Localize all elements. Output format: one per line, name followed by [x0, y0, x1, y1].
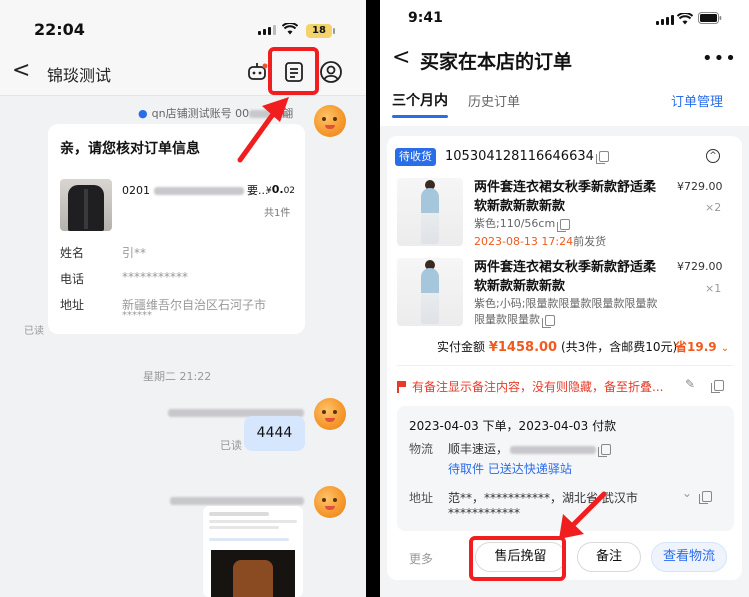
message-bubble[interactable]: 4444	[244, 416, 305, 451]
address-label: 地址	[409, 491, 434, 505]
product-qty: 共1件	[264, 208, 291, 219]
battery-icon	[698, 12, 722, 24]
remark-button[interactable]: 备注	[577, 542, 641, 572]
avatar[interactable]	[314, 398, 346, 430]
order-manage-link[interactable]: 订单管理	[671, 91, 723, 110]
order-confirm-card[interactable]: 亲，请您核对订单信息 0201 要... ¥0.02 共1件 姓名 引** 电话…	[48, 124, 305, 334]
bag-image	[211, 550, 295, 597]
status-time: 9:41	[408, 10, 443, 26]
sender-id: 00	[235, 107, 250, 120]
address-value: 范**，***********，湖北省 武汉市	[448, 491, 638, 505]
battery-icon: 18	[306, 24, 335, 38]
chat-title: 锦琰测试	[47, 66, 112, 85]
read-status: 已读	[220, 439, 242, 452]
product-id: 0201	[122, 184, 150, 197]
status-time: 22:04	[34, 20, 85, 39]
copy-icon[interactable]	[542, 314, 555, 328]
item-name[interactable]: 两件套连衣裙女秋季新款舒适柔软新款新款新款	[474, 258, 664, 296]
chevron-down-icon: ⌄	[720, 343, 730, 354]
highlight-box-after-sale-button	[469, 536, 566, 581]
item-name[interactable]: 两件套连衣裙女秋季新款舒适柔软新款新款新款	[474, 178, 664, 216]
user-icon: ●	[138, 107, 148, 120]
signal-icon	[656, 15, 674, 25]
more-menu-button[interactable]: •••	[702, 48, 737, 69]
paid-amount-row: 实付金额 ¥1458.00 (共3件，含邮费10元)	[437, 338, 677, 355]
product-image	[60, 179, 112, 231]
orders-header: 9:41 < 买家在本店的订单 ••• 三个月内 历史订单 订单管理	[380, 0, 749, 126]
sender-label: ● qn店铺测试账号 00 翩翩	[138, 105, 293, 121]
collapse-icon[interactable]: ^	[706, 149, 720, 163]
edit-icon[interactable]: ✎	[685, 377, 695, 391]
expand-icon[interactable]: ⌄	[682, 486, 692, 500]
highlight-box-order-icon	[268, 47, 319, 95]
product-name: 0201 要...	[122, 182, 269, 198]
order-number: 105304128116646634	[445, 149, 609, 164]
copy-icon[interactable]	[557, 218, 571, 232]
back-button[interactable]: <	[392, 45, 410, 70]
paid-amount: ¥1458.00	[488, 340, 558, 355]
address-value-line2: ******	[122, 310, 152, 321]
saved-amount[interactable]: 省19.9 ⌄	[675, 338, 729, 355]
order-info-box: 2023-04-03 下单，2023-04-03 付款 物流 顺丰速运， 待取件…	[397, 406, 734, 531]
screenshot-composite: 22:04 18 < 锦琰测试 ● qn店铺测试账号 00 翩翩 亲，请您核对订单信…	[0, 0, 749, 597]
screenshot-message[interactable]	[203, 506, 303, 597]
divider	[397, 365, 732, 366]
flag-icon	[397, 381, 406, 393]
avatar[interactable]	[314, 486, 346, 518]
page-title: 买家在本店的订单	[420, 51, 573, 73]
item-price: ¥729.00	[677, 260, 723, 273]
item-qty: ×2	[705, 201, 722, 214]
phone-label: 电话	[60, 272, 85, 286]
tab-history-orders[interactable]: 历史订单	[468, 91, 520, 110]
copy-icon[interactable]	[598, 444, 612, 457]
blurred-text	[249, 110, 272, 118]
order-timeline: 2023-04-03 下单，2023-04-03 付款	[409, 419, 617, 433]
sender-tail: 翩翩	[271, 107, 294, 120]
item-spec: 紫色;小码;限量款限量款限量款限量款限量款限量款	[474, 297, 658, 328]
item-image[interactable]	[397, 178, 463, 246]
item-price: ¥729.00	[677, 180, 723, 193]
item-image[interactable]	[397, 258, 463, 326]
logistics-label: 物流	[409, 442, 434, 456]
paid-label: 实付金额	[437, 340, 486, 354]
copy-icon[interactable]	[699, 491, 712, 504]
phone-value: ***********	[122, 270, 188, 284]
item-spec: 紫色;110/56cm	[474, 216, 664, 232]
view-logistics-button[interactable]: 查看物流	[651, 542, 727, 572]
paid-detail: (共3件，含邮费10元)	[560, 340, 678, 354]
panel-divider	[366, 0, 380, 597]
tab-three-months[interactable]: 三个月内	[392, 90, 448, 118]
more-button[interactable]: 更多	[409, 550, 433, 567]
card-title: 亲，请您核对订单信息	[60, 141, 200, 157]
orders-panel: 9:41 < 买家在本店的订单 ••• 三个月内 历史订单 订单管理 待收货 1…	[380, 0, 749, 597]
status-badge: 待收货	[395, 148, 436, 166]
sender-prefix: qn店铺测试账号	[151, 107, 232, 120]
wifi-icon	[282, 23, 298, 35]
back-button[interactable]: <	[12, 58, 30, 83]
blurred-text	[510, 445, 597, 454]
avatar[interactable]	[314, 105, 346, 137]
signal-icon	[258, 25, 276, 35]
profile-icon[interactable]	[319, 60, 343, 84]
item-qty: ×1	[705, 282, 722, 295]
address-label: 地址	[60, 298, 85, 312]
chat-panel: 22:04 18 < 锦琰测试 ● qn店铺测试账号 00 翩翩 亲，请您核对订单信…	[0, 0, 366, 597]
chat-date: 星期二 21:22	[143, 370, 212, 383]
robot-icon[interactable]	[245, 60, 269, 84]
blurred-text	[153, 187, 244, 195]
status-bar: 22:04 18	[0, 0, 366, 50]
copy-icon[interactable]	[711, 380, 724, 393]
order-card: 待收货 105304128116646634 ^ 两件套连衣裙女秋季新款舒适柔软…	[387, 136, 742, 580]
logistics-status[interactable]: 待取件 已送达快递驿站	[448, 460, 572, 477]
read-status: 已读	[24, 326, 44, 337]
logistics-value: 顺丰速运，	[448, 440, 612, 457]
address-value-line2: ************	[448, 506, 520, 520]
copy-icon[interactable]	[595, 151, 609, 164]
product-price: ¥0.02	[266, 183, 296, 196]
item-ship-date: 2023-08-13 17:24前发货	[474, 235, 607, 248]
name-label: 姓名	[60, 246, 85, 260]
remark-row[interactable]: 有备注显示备注内容，没有则隐藏，备至折叠...	[397, 378, 663, 395]
wifi-icon	[677, 13, 693, 25]
name-value: 引**	[122, 246, 147, 260]
